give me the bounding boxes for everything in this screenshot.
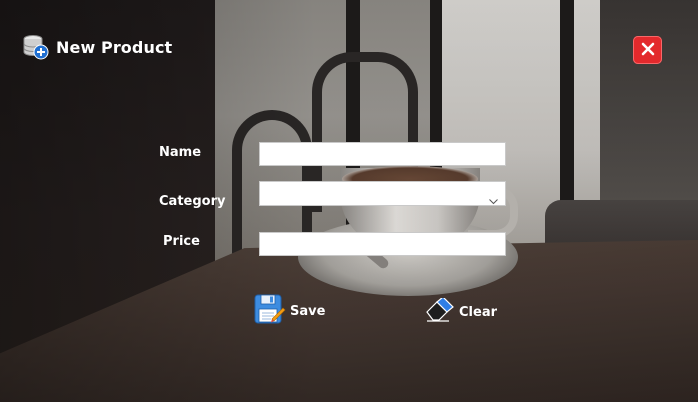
title-bar: New Product bbox=[22, 32, 172, 62]
product-window: New Product Name Category Price Save Cle… bbox=[0, 0, 698, 402]
clear-label: Clear bbox=[459, 304, 497, 320]
close-button[interactable] bbox=[633, 36, 662, 64]
database-icon bbox=[22, 33, 50, 61]
floppy-disk-icon bbox=[254, 293, 286, 329]
window-title: New Product bbox=[56, 37, 173, 57]
price-input[interactable] bbox=[259, 232, 506, 256]
name-label: Name bbox=[159, 145, 202, 160]
clear-button[interactable]: Clear bbox=[425, 296, 497, 326]
close-icon bbox=[641, 41, 655, 60]
category-select[interactable] bbox=[259, 181, 506, 206]
chevron-down-icon bbox=[489, 190, 498, 205]
price-label: Price bbox=[163, 234, 200, 249]
category-label: Category bbox=[159, 194, 226, 209]
save-label: Save bbox=[290, 303, 326, 319]
name-input[interactable] bbox=[259, 142, 506, 166]
save-button[interactable]: Save bbox=[254, 293, 325, 329]
eraser-icon bbox=[425, 296, 455, 326]
